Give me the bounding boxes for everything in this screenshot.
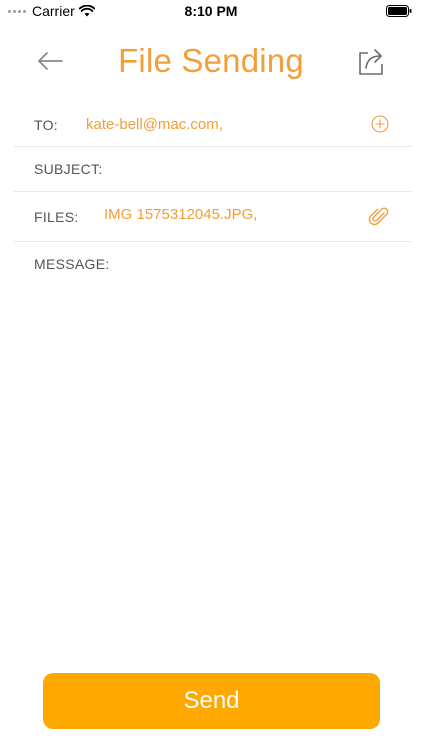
files-row: FILES: IMG 1575312045.JPG,	[14, 191, 412, 242]
message-label: MESSAGE:	[34, 256, 110, 272]
attached-file[interactable]: IMG 1575312045.JPG,	[104, 206, 257, 223]
status-bar: Carrier 8:10 PM	[0, 0, 422, 22]
files-label: FILES:	[34, 209, 79, 225]
share-icon	[359, 49, 383, 75]
paperclip-icon	[368, 207, 389, 226]
battery-icon	[386, 4, 412, 20]
attach-file-button[interactable]	[368, 205, 390, 229]
to-label: TO:	[34, 117, 58, 133]
send-button[interactable]: Send	[43, 673, 380, 729]
add-recipient-button[interactable]	[370, 114, 390, 134]
share-button[interactable]	[354, 44, 388, 78]
header: File Sending	[0, 36, 422, 92]
to-row: TO: kate-bell@mac.com,	[14, 102, 412, 147]
subject-row[interactable]: SUBJECT:	[14, 146, 412, 192]
plus-circle-icon	[371, 115, 389, 133]
status-time: 8:10 PM	[184, 3, 238, 19]
subject-label: SUBJECT:	[34, 161, 103, 177]
to-field[interactable]: kate-bell@mac.com,	[86, 116, 223, 133]
message-area[interactable]: MESSAGE:	[14, 241, 412, 661]
